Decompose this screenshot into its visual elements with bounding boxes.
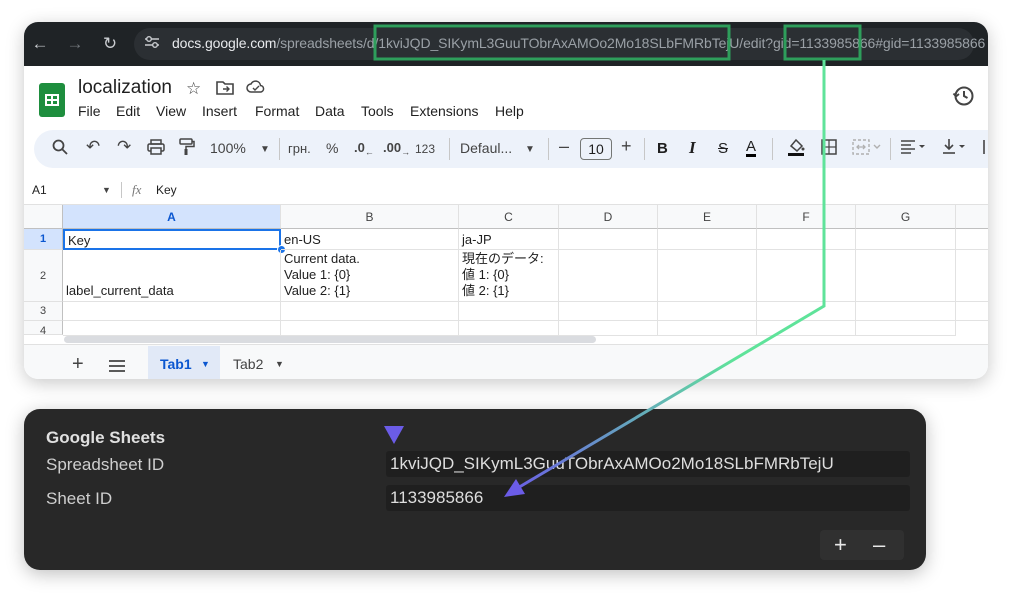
sheet-arrowhead <box>504 479 525 497</box>
annotation-overlay <box>373 24 862 497</box>
sheet-arrow-line <box>515 60 826 491</box>
spreadsheet-arrowhead <box>384 426 404 444</box>
url-id-highlight <box>373 24 731 61</box>
url-gid-highlight <box>783 24 862 61</box>
